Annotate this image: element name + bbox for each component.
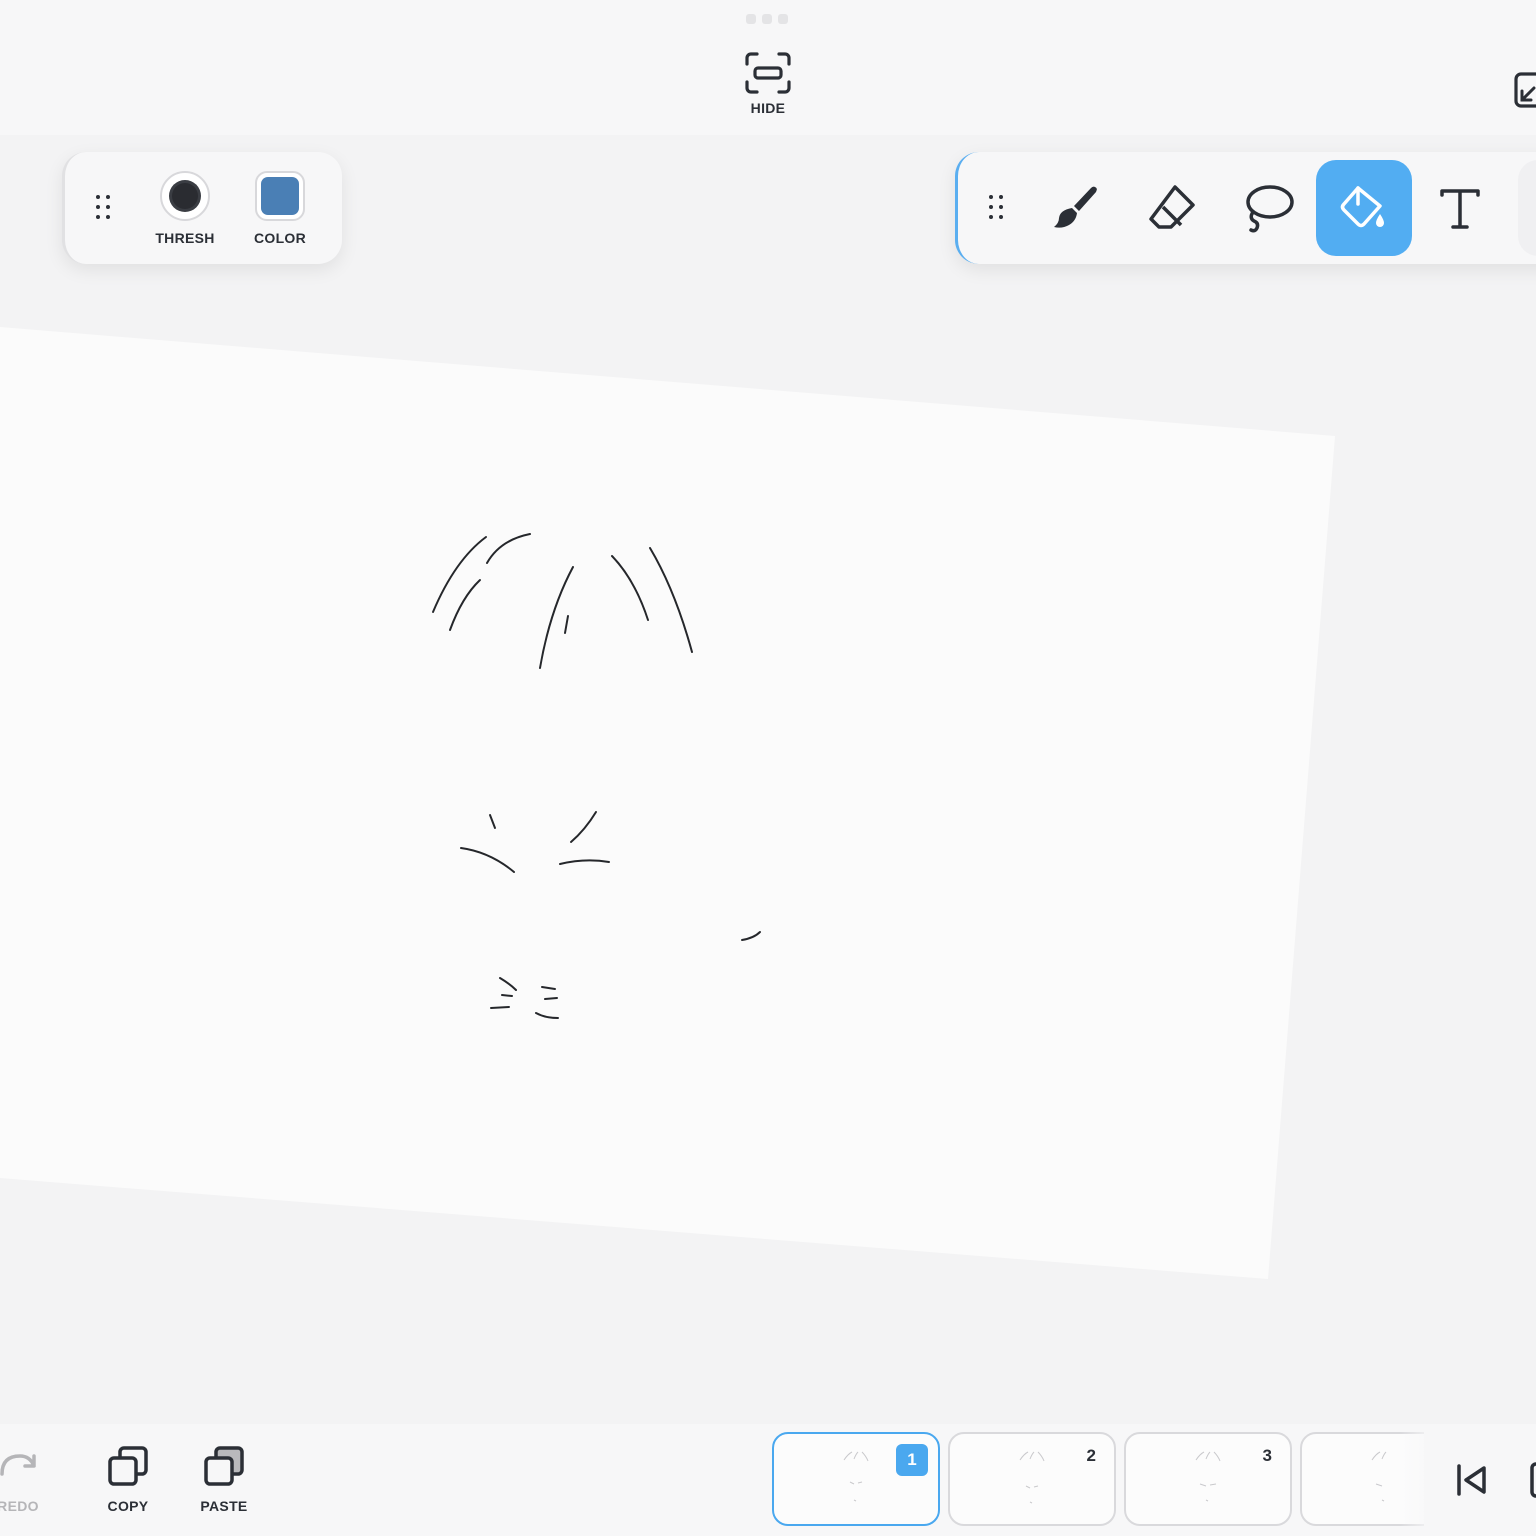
text-tool[interactable] [1412,160,1508,256]
drag-handle-icon[interactable] [986,192,1006,226]
eraser-tool[interactable] [1124,160,1220,256]
paste-button[interactable]: PASTE [184,1444,264,1514]
text-icon [1440,189,1480,229]
thresh-icon [160,171,210,221]
bottom-bar: REDO COPY PASTE 1 2 3 [0,1424,1536,1536]
paste-label: PASTE [200,1498,248,1514]
top-grabber[interactable] [746,14,788,24]
lasso-tool[interactable] [1220,160,1316,256]
thresh-option[interactable]: THRESH [145,170,225,246]
color-option[interactable]: COLOR [240,170,320,246]
brush-icon [1054,186,1097,228]
top-bar: HIDE [0,0,1536,135]
frame-thumbnail[interactable]: 1 [772,1432,940,1526]
brush-options-panel: THRESH COLOR [62,152,342,264]
color-swatch [255,171,305,221]
frame-number: 2 [1086,1446,1096,1465]
redo-button[interactable]: REDO [0,1444,58,1514]
fill-bucket-tool[interactable] [1316,160,1412,256]
paper-sheet [0,327,1335,1279]
hide-label: HIDE [750,100,786,116]
more-tools[interactable] [1518,160,1536,256]
hide-button[interactable]: HIDE [728,52,808,127]
frame-strip: 1 2 3 [770,1432,1424,1532]
tools-panel [955,152,1536,264]
color-label: COLOR [253,230,307,246]
lasso-icon [1246,185,1294,233]
fill-bucket-icon [1340,186,1384,228]
redo-label: REDO [0,1498,39,1514]
copy-icon [108,1446,148,1486]
frame-strip-fade [1400,1432,1436,1532]
frame-thumbnail[interactable]: 3 [1124,1432,1292,1526]
eraser-icon [1149,185,1195,229]
drag-handle-icon[interactable] [93,192,113,226]
brush-tool[interactable] [1028,160,1124,256]
paste-icon [204,1446,244,1486]
frame-number: 3 [1262,1446,1272,1465]
thresh-label: THRESH [155,230,215,246]
skip-to-first-icon[interactable] [1452,1460,1492,1500]
exit-fullscreen-icon[interactable] [1512,70,1536,110]
frame-thumbnail[interactable]: 2 [948,1432,1116,1526]
copy-button[interactable]: COPY [88,1444,168,1514]
copy-label: COPY [107,1498,149,1514]
next-control-icon[interactable] [1530,1460,1536,1500]
frame-number: 1 [896,1444,928,1476]
hide-icon [745,52,791,94]
sketch-strokes [432,533,761,1019]
redo-icon [0,1454,36,1476]
